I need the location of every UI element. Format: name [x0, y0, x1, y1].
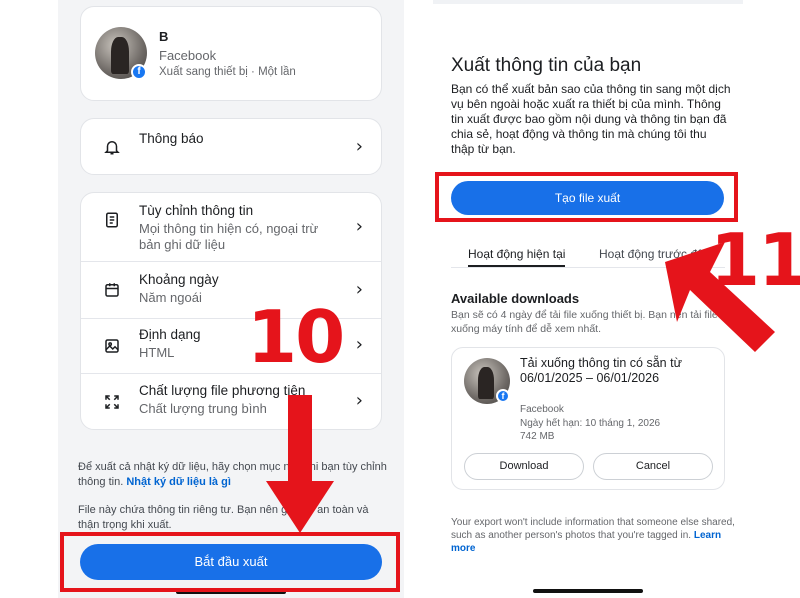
tab-current-activity[interactable]: Hoạt động hiện tại — [468, 247, 566, 267]
option-desc: Mọi thông tin hiện có, ngoại trừ bản ghi… — [139, 221, 319, 252]
option-customize-info[interactable]: Tùy chỉnh thông tin Mọi thông tin hiện c… — [81, 193, 381, 262]
export-destination: Xuất sang thiết bị · Một lần — [159, 66, 296, 78]
download-button[interactable]: Download — [464, 453, 584, 480]
data-log-note: Để xuất cả nhật ký dữ liệu, hãy chọn mục… — [78, 460, 388, 490]
option-title: Định dạng — [139, 327, 201, 342]
calendar-icon — [105, 283, 119, 297]
chevron-right-icon: › — [355, 390, 363, 411]
image-icon — [105, 339, 119, 353]
facebook-icon: f — [131, 64, 147, 80]
footnote-text: Your export won't include information th… — [451, 517, 735, 541]
privacy-note: File này chứa thông tin riêng tư. Bạn nê… — [78, 504, 369, 531]
data-log-note-text: Để xuất cả nhật ký dữ liệu, hãy chọn mục… — [78, 461, 387, 488]
download-size: 742 MB — [520, 431, 555, 442]
facebook-icon: f — [496, 389, 510, 403]
cancel-button[interactable]: Cancel — [593, 453, 713, 480]
chevron-right-icon: › — [355, 279, 363, 300]
page-description: Bạn có thể xuất bản sao của thông tin sa… — [451, 82, 731, 156]
data-log-link[interactable]: Nhật ký dữ liệu là gì — [126, 476, 231, 488]
account-card[interactable]: f B Facebook Xuất sang thiết bị · Một lầ… — [80, 6, 382, 101]
document-icon — [106, 212, 118, 228]
chevron-right-icon: › — [355, 216, 363, 237]
account-platform: Facebook — [159, 48, 217, 63]
option-title: Tùy chỉnh thông tin — [139, 203, 254, 218]
download-platform: Facebook — [520, 404, 564, 415]
top-divider — [433, 0, 743, 4]
step-number-10: 10 — [247, 295, 345, 379]
export-footnote: Your export won't include information th… — [451, 516, 741, 555]
notifications-row[interactable]: Thông báo › — [80, 118, 382, 175]
page-title: Xuất thông tin của bạn — [451, 55, 642, 76]
chevron-right-icon: › — [355, 334, 363, 355]
account-name: B — [159, 29, 169, 44]
option-title: Khoảng ngày — [139, 272, 219, 287]
bell-icon — [104, 141, 120, 155]
highlight-box-start-export — [60, 532, 400, 592]
home-indicator — [533, 589, 643, 593]
download-card: f Tải xuống thông tin có sẵn từ 06/01/20… — [451, 347, 725, 490]
expand-icon — [105, 395, 119, 409]
highlight-box-create-export — [435, 172, 738, 222]
downloads-heading: Available downloads — [451, 291, 580, 306]
chevron-right-icon: › — [355, 136, 363, 157]
option-media-quality[interactable]: Chất lượng file phương tiện Chất lượng t… — [81, 374, 381, 431]
export-settings-screen: f B Facebook Xuất sang thiết bị · Một lầ… — [58, 0, 404, 598]
notifications-label: Thông báo — [139, 131, 204, 146]
download-expiry: Ngày hết hạn: 10 tháng 1, 2026 — [520, 418, 661, 429]
arrow-down-icon — [266, 395, 334, 533]
arrow-up-left-icon — [665, 242, 775, 352]
